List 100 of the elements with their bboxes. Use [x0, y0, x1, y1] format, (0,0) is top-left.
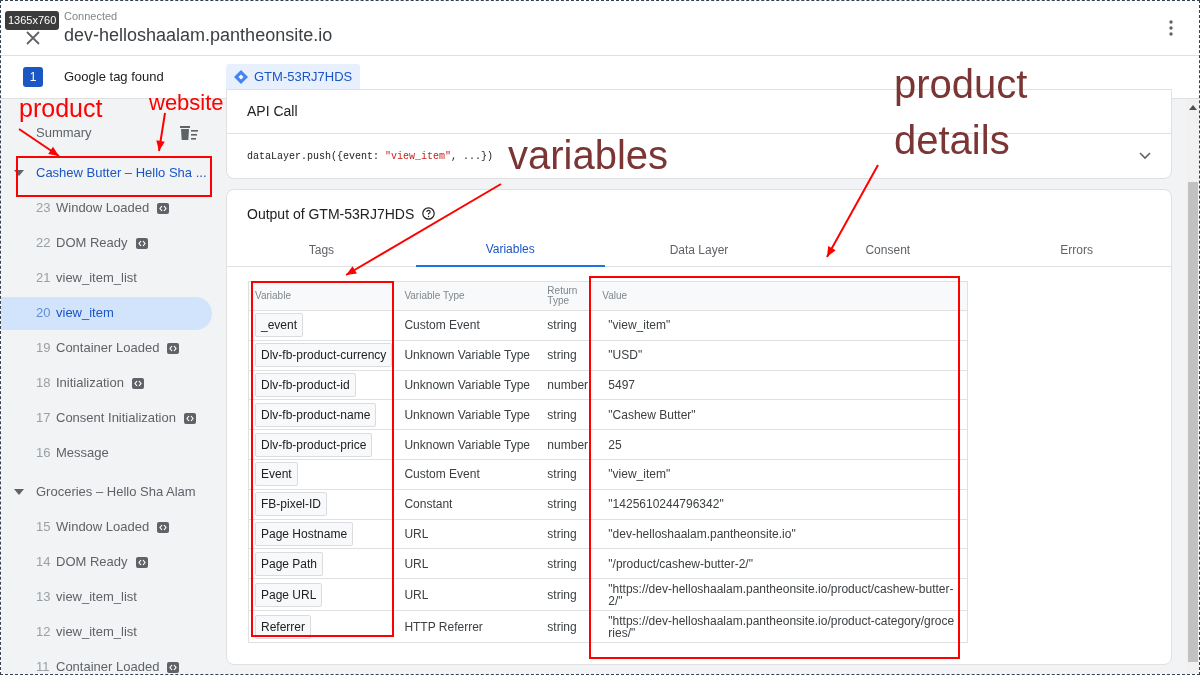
event-item[interactable]: 17 Consent Initialization — [1, 401, 212, 435]
close-icon[interactable] — [26, 31, 40, 45]
event-name: Window Loaded — [56, 199, 150, 218]
event-name: view_item_list — [56, 588, 137, 607]
event-item[interactable]: 19 Container Loaded — [1, 331, 212, 365]
variable-chip[interactable]: Event — [255, 462, 298, 487]
container-chip[interactable]: GTM-53RJ7HDS — [226, 63, 361, 91]
table-cell: HTTP Referrer — [404, 619, 483, 634]
event-name: Initialization — [56, 374, 124, 393]
output-tab[interactable]: Consent — [793, 232, 983, 267]
event-name: DOM Ready — [56, 553, 128, 572]
variable-chip[interactable]: Referrer — [255, 614, 311, 639]
output-tab[interactable]: Errors — [982, 232, 1171, 267]
caret-icon[interactable] — [14, 489, 24, 495]
event-number: 18 — [36, 374, 52, 393]
annotation-arrow — [156, 112, 166, 152]
table-cell: Constant — [404, 497, 453, 512]
code-snippet: dataLayer.push({event: "view_item", ...}) — [247, 149, 494, 164]
variable-chip[interactable]: Dlv-fb-product-price — [255, 432, 373, 457]
table-cell: string — [547, 318, 577, 333]
caret-icon[interactable] — [14, 170, 24, 176]
event-name: view_item — [56, 304, 114, 323]
output-tab[interactable]: Data Layer — [604, 232, 794, 267]
table-cell: "dev-helloshaalam.pantheonsite.io" — [608, 526, 796, 541]
table-cell: 25 — [608, 437, 622, 452]
event-name: Container Loaded — [56, 658, 160, 674]
table-cell: Custom Event — [404, 318, 480, 333]
event-number: 20 — [36, 304, 52, 323]
table-cell: number — [547, 378, 589, 392]
event-item[interactable]: 18 Initialization — [1, 366, 212, 400]
variable-chip[interactable]: Page Hostname — [255, 521, 354, 546]
table-cell: Unknown Variable Type — [404, 437, 530, 452]
more-icon[interactable] — [1169, 20, 1173, 36]
table-cell: "https://dev-helloshaalam.pantheonsite.io/product/cashew-butter-2/" — [608, 581, 954, 608]
tag-count: 1 — [23, 67, 43, 87]
variable-chip[interactable]: _event — [255, 313, 304, 338]
event-item[interactable]: 21 view_item_list — [1, 261, 212, 295]
event-name: Window Loaded — [56, 518, 150, 537]
column-header: Return Type — [547, 286, 579, 306]
variable-chip[interactable]: Dlv-fb-product-name — [255, 402, 377, 427]
summary-link[interactable]: Summary — [36, 123, 92, 143]
output-tab[interactable]: Tags — [227, 232, 416, 267]
event-name: Container Loaded — [56, 339, 160, 358]
table-cell: "Cashew Butter" — [608, 407, 696, 422]
table-cell: string — [547, 587, 577, 602]
event-name: Message — [56, 444, 109, 463]
table-cell: 5497 — [608, 378, 636, 392]
event-number: 22 — [36, 234, 52, 253]
column-header: Value — [602, 290, 628, 301]
event-item[interactable]: 11 Container Loaded — [1, 650, 212, 674]
event-item[interactable]: 16 Message — [1, 436, 212, 470]
clear-icon[interactable] — [180, 125, 199, 140]
event-item[interactable]: 15 Window Loaded — [1, 510, 212, 544]
chevron-down-icon[interactable] — [1139, 152, 1151, 160]
variable-chip[interactable]: FB-pixel-ID — [255, 492, 327, 517]
table-cell: Custom Event — [404, 467, 480, 482]
variable-chip[interactable]: Dlv-fb-product-currency — [255, 343, 393, 368]
event-item[interactable]: 22 DOM Ready — [1, 226, 212, 260]
event-number: 19 — [36, 339, 52, 358]
event-name: DOM Ready — [56, 234, 128, 253]
variable-chip[interactable]: Page Path — [255, 551, 324, 576]
table-cell: Unknown Variable Type — [404, 407, 530, 422]
table-cell: "view_item" — [608, 467, 671, 482]
scroll-up-icon[interactable] — [1188, 105, 1197, 110]
event-item[interactable]: 14 DOM Ready — [1, 545, 212, 579]
event-item[interactable]: 12 view_item_list — [1, 615, 212, 649]
tag-found-label: Google tag found — [64, 68, 165, 87]
event-item[interactable]: 23 Window Loaded — [1, 191, 212, 225]
variable-chip[interactable]: Dlv-fb-product-id — [255, 373, 356, 397]
annotation-label: variables — [508, 132, 669, 179]
help-icon[interactable] — [422, 207, 436, 220]
event-number: 12 — [36, 623, 52, 642]
page-group-title[interactable]: Groceries – Hello Sha Alam — [36, 482, 196, 502]
event-number: 16 — [36, 444, 52, 463]
table-cell: string — [547, 467, 577, 482]
event-number: 13 — [36, 588, 52, 607]
scrollbar-thumb[interactable] — [1187, 182, 1198, 662]
output-tab[interactable]: Variables — [415, 232, 605, 267]
table-cell: Unknown Variable Type — [404, 348, 530, 363]
table-cell: string — [547, 348, 577, 363]
annotation-label: product details — [894, 61, 1029, 164]
table-cell: string — [547, 407, 577, 422]
variable-chip[interactable]: Page URL — [255, 582, 323, 607]
table-cell: number — [547, 437, 589, 452]
page-group-title[interactable]: Cashew Butter – Hello Sha ... — [36, 163, 207, 183]
event-number: 11 — [36, 658, 51, 674]
event-number: 14 — [36, 553, 52, 572]
event-name: Consent Initialization — [56, 409, 176, 428]
table-cell: string — [547, 497, 577, 512]
event-item[interactable]: 20 view_item — [1, 296, 212, 330]
table-cell: Unknown Variable Type — [404, 378, 530, 392]
column-header: Variable Type — [404, 290, 465, 301]
table-cell: "1425610244796342" — [608, 497, 724, 512]
screenshot-size-badge: 1365x760 — [5, 11, 60, 30]
table-cell: "https://dev-helloshaalam.pantheonsite.io/product-category/groceries/" — [608, 613, 955, 640]
table-cell: "USD" — [608, 348, 643, 363]
card-title: Output of GTM-53RJ7HDS — [247, 204, 415, 224]
event-item[interactable]: 13 view_item_list — [1, 580, 212, 614]
table-cell: string — [547, 526, 577, 541]
table-cell: URL — [404, 587, 429, 602]
